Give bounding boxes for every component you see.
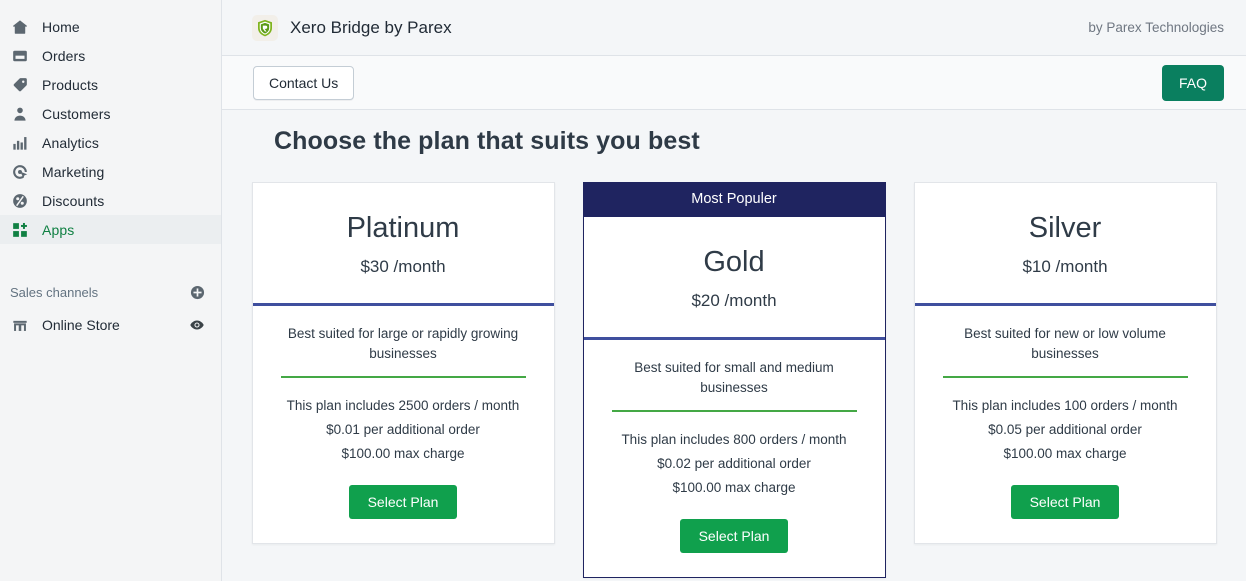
page-title: Choose the plan that suits you best — [274, 127, 700, 155]
app-title: Xero Bridge by Parex — [290, 17, 452, 37]
channel-label: Online Store — [42, 317, 120, 333]
app-root: Home Orders Products Customers Analytics Mark… — [0, 0, 1246, 581]
pricing-card-platinum: Platinum $30 /month Best suited for large … — [251, 182, 555, 544]
pricing-card-gold: Most Populer Gold $20 /month Best suited fo… — [582, 182, 886, 578]
app-header-bar: Xero Bridge by Parex by Parex Technologi… — [222, 0, 1246, 56]
most-popular-ribbon: Most Populer — [582, 182, 886, 216]
eye-icon[interactable] — [189, 317, 205, 333]
plan-divider — [280, 375, 526, 378]
sidebar-item-discounts[interactable]: Discounts — [0, 186, 221, 215]
sidebar-item-label: Orders — [42, 47, 86, 64]
pricing-card-silver: Silver $10 /month Best suited for new or l… — [913, 182, 1217, 544]
plan-feature: This plan includes 2500 orders / month — [286, 397, 520, 413]
sidebar-item-label: Discounts — [42, 192, 105, 209]
sidebar-item-customers[interactable]: Customers — [0, 99, 221, 128]
discounts-icon — [10, 191, 30, 211]
app-vendor-label: by Parex Technologies — [1088, 20, 1224, 35]
plan-header: Silver $10 /month — [914, 183, 1216, 306]
sidebar-item-products[interactable]: Products — [0, 70, 221, 99]
marketing-icon — [10, 162, 30, 182]
plan-details: Best suited for large or rapidly growing… — [253, 306, 554, 543]
apps-icon — [10, 220, 30, 240]
plan-card-body: Platinum $30 /month Best suited for large … — [251, 182, 555, 544]
sidebar-item-label: Customers — [42, 105, 111, 122]
plan-divider — [942, 375, 1188, 378]
sales-channels-list: Online Store — [0, 310, 221, 340]
plan-header: Gold $20 /month — [583, 217, 885, 340]
customers-icon — [10, 104, 30, 124]
sidebar-nav-list: Home Orders Products Customers Analytics Mark… — [0, 12, 221, 244]
plan-card-body: Silver $10 /month Best suited for new or l… — [913, 182, 1217, 544]
sidebar-item-orders[interactable]: Orders — [0, 41, 221, 70]
parex-shield-logo-icon — [252, 14, 278, 41]
plan-details: Best suited for new or low volume busine… — [915, 306, 1216, 543]
sidebar: Home Orders Products Customers Analytics Mark… — [0, 0, 222, 581]
plan-name: Platinum — [346, 212, 460, 244]
plan-feature: $0.02 per additional order — [657, 455, 811, 471]
sidebar-channel-online-store[interactable]: Online Store — [0, 310, 221, 340]
products-icon — [10, 75, 30, 95]
plan-name: Silver — [1028, 212, 1102, 244]
plan-feature: $0.05 per additional order — [988, 421, 1142, 437]
plan-description: Best suited for large or rapidly growing… — [287, 325, 519, 361]
plan-name: Gold — [703, 246, 765, 278]
orders-icon — [10, 46, 30, 66]
plan-feature: $100.00 max charge — [672, 479, 796, 495]
contact-us-button[interactable]: Contact Us — [253, 65, 355, 100]
sidebar-item-label: Products — [42, 76, 99, 93]
pricing-card-list: Platinum $30 /month Best suited for large … — [222, 182, 1246, 578]
sidebar-item-marketing[interactable]: Marketing — [0, 157, 221, 186]
main-area: Xero Bridge by Parex by Parex Technologi… — [222, 0, 1246, 581]
plan-price: $10 /month — [1022, 256, 1108, 276]
sidebar-item-label: Apps — [42, 221, 75, 238]
sidebar-item-label: Home — [42, 18, 80, 35]
analytics-icon — [10, 133, 30, 153]
select-plan-button[interactable]: Select Plan — [1010, 484, 1120, 519]
app-brand: Xero Bridge by Parex — [252, 14, 452, 41]
pricing-content: Choose the plan that suits you best Plat… — [222, 110, 1246, 581]
select-plan-button[interactable]: Select Plan — [679, 518, 789, 553]
plan-feature: $100.00 max charge — [1003, 445, 1127, 461]
plan-header: Platinum $30 /month — [252, 183, 554, 306]
plan-description: Best suited for small and medium busines… — [634, 359, 834, 395]
channel-left-group: Online Store — [10, 315, 120, 335]
select-plan-button[interactable]: Select Plan — [348, 484, 458, 519]
plan-price: $30 /month — [360, 256, 446, 276]
storefront-icon — [10, 315, 30, 335]
plus-circle-icon[interactable] — [189, 284, 205, 300]
plan-description: Best suited for new or low volume busine… — [964, 325, 1166, 361]
sales-channels-header: Sales channels — [0, 280, 221, 304]
sidebar-item-home[interactable]: Home — [0, 12, 221, 41]
plan-feature: $0.01 per additional order — [326, 421, 480, 437]
plan-divider — [611, 409, 857, 412]
sidebar-item-label: Analytics — [42, 134, 99, 151]
sales-channels-label: Sales channels — [10, 284, 99, 300]
app-toolbar: Contact Us FAQ — [222, 56, 1246, 110]
faq-button[interactable]: FAQ — [1161, 64, 1224, 101]
plan-feature: This plan includes 100 orders / month — [952, 397, 1178, 413]
sidebar-item-apps[interactable]: Apps — [0, 215, 221, 244]
plan-price: $20 /month — [691, 290, 777, 310]
plan-feature: This plan includes 800 orders / month — [621, 431, 847, 447]
plan-details: Best suited for small and medium busines… — [584, 340, 885, 577]
plan-card-body: Gold $20 /month Best suited for small and … — [582, 216, 886, 578]
home-icon — [10, 17, 30, 37]
sidebar-item-analytics[interactable]: Analytics — [0, 128, 221, 157]
plan-feature: $100.00 max charge — [341, 445, 465, 461]
sidebar-item-label: Marketing — [42, 163, 105, 180]
